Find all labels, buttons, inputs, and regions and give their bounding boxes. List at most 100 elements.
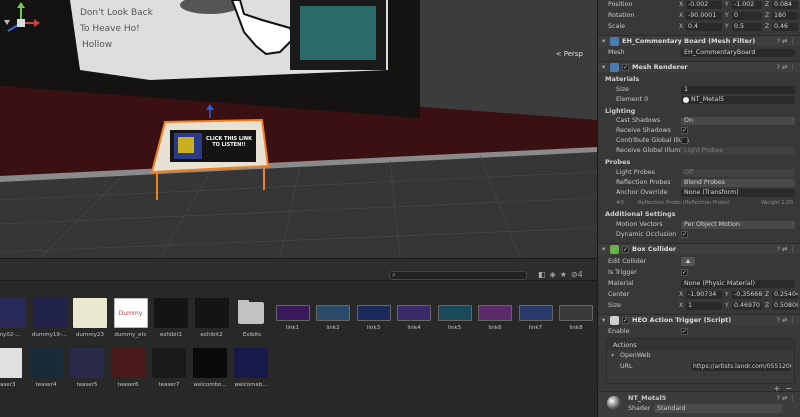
anchor-override-field[interactable]: None (Transform) xyxy=(681,189,795,197)
materials-section[interactable]: Materials xyxy=(605,75,639,83)
probes-section[interactable]: Probes xyxy=(605,158,630,166)
reflection-probes-dropdown[interactable]: Blend Probes xyxy=(681,179,795,187)
openweb-action[interactable]: ▾ OpenWeb URL https://artists.landr.com/… xyxy=(607,350,794,383)
asset-thumbnail xyxy=(275,305,310,321)
box-collider-header[interactable]: ▾ ✓ Box Collider ? ⇄ ⋮ xyxy=(598,243,800,254)
center-y-field[interactable]: -0.35668 xyxy=(732,291,762,299)
position-y-field[interactable]: -1.002 xyxy=(732,1,762,9)
is-trigger-checkbox[interactable]: ✓ xyxy=(681,269,688,276)
collider-material-field[interactable]: None (Physic Material) xyxy=(681,280,795,288)
asset-link7[interactable]: link7 xyxy=(517,298,555,331)
rotation-z-field[interactable]: 180 xyxy=(772,12,798,20)
favorite-icon[interactable]: ★ xyxy=(560,270,567,279)
size-y-field[interactable]: 0.46970 xyxy=(732,302,762,310)
asset-exhibit2[interactable]: exhibit2 xyxy=(193,298,231,338)
asset-link1[interactable]: link1 xyxy=(274,298,312,331)
shader-dropdown[interactable]: Standard xyxy=(654,404,782,413)
scale-z-field[interactable]: 0.46 xyxy=(772,23,798,31)
asset-teaser7[interactable]: teaser7 xyxy=(150,348,188,388)
asset-welcombo-[interactable]: welcombo... xyxy=(191,348,229,388)
size-z-field[interactable]: 0.50808 xyxy=(772,302,798,310)
enable-checkbox[interactable]: ✓ xyxy=(681,328,688,335)
asset-welcomeb-[interactable]: welcomeb... xyxy=(232,348,270,388)
scale-x-field[interactable]: 0.4 xyxy=(686,23,722,31)
dynamic-occlusion-checkbox[interactable]: ✓ xyxy=(681,231,688,238)
center-z-field[interactable]: 0.25404 xyxy=(772,291,798,299)
mesh-filter-header[interactable]: ▾ EH_Commentary Board (Mesh Filter) ? ⇄ … xyxy=(598,35,800,46)
project-search-input[interactable]: ⌕ xyxy=(389,271,527,280)
asset-link2[interactable]: link2 xyxy=(314,298,352,331)
persp-label[interactable]: < Persp xyxy=(556,50,583,58)
asset-thumbnail xyxy=(437,305,472,321)
edit-collider-button[interactable]: ⛰ xyxy=(681,257,695,266)
asset-link8[interactable]: link8 xyxy=(557,298,595,331)
receive-shadows-checkbox[interactable]: ✓ xyxy=(681,127,688,134)
board-line-1: Don't Look Back xyxy=(80,8,153,18)
heo-enabled-checkbox[interactable]: ✓ xyxy=(622,317,629,324)
asset-link6[interactable]: link6 xyxy=(476,298,514,331)
rotation-y-field[interactable]: 0 xyxy=(732,12,762,20)
hidden-count-icon[interactable]: ⊘4 xyxy=(571,270,583,279)
mesh-field[interactable]: EH_CommentaryBoard xyxy=(681,49,795,57)
collider-material-row: Material None (Physic Material) xyxy=(598,279,800,289)
position-z-field[interactable]: 0.084 xyxy=(772,1,798,9)
asset-exhibit1[interactable]: exhibit1 xyxy=(152,298,190,338)
motion-vectors-dropdown[interactable]: Per Object Motion xyxy=(681,221,795,229)
additional-settings-section[interactable]: Additional Settings xyxy=(605,210,676,218)
contribute-gi-checkbox[interactable] xyxy=(681,137,688,144)
asset-link3[interactable]: link3 xyxy=(355,298,393,331)
asset-dummy19-[interactable]: dummy19-... xyxy=(31,298,69,338)
lighting-section[interactable]: Lighting xyxy=(605,107,635,115)
asset-teaser3[interactable]: teaser3 xyxy=(0,348,24,388)
script-icon xyxy=(610,316,619,325)
asset-teaser5[interactable]: teaser5 xyxy=(68,348,106,388)
asset-my02-[interactable]: my02-... xyxy=(0,298,28,338)
mesh-renderer-header[interactable]: ▾ Mesh Renderer ✓ ? ⇄ ⋮ xyxy=(598,61,800,72)
heo-action-trigger-header[interactable]: ▾ ✓ HEO Action Trigger (Script) ? ⇄ ⋮ xyxy=(598,314,800,325)
center-x-field[interactable]: -1.90734 xyxy=(686,291,722,299)
asset-folder-exibits[interactable] xyxy=(232,298,270,328)
materials-size-field[interactable]: 1 xyxy=(681,86,795,94)
asset-link4[interactable]: link4 xyxy=(395,298,433,331)
collapse-arrow-icon[interactable]: ▾ xyxy=(602,62,605,73)
component-menu-icon[interactable]: ? ⇄ ⋮ xyxy=(776,36,796,47)
url-field[interactable]: https://artists.landr.com/0551200 xyxy=(691,362,791,371)
dynamic-occlusion-row: Dynamic Occlusion ✓ xyxy=(598,230,800,240)
mesh-row: Mesh EH_CommentaryBoard xyxy=(598,48,800,58)
asset-thumbnail xyxy=(29,348,63,378)
asset-dummy-etc[interactable]: Dummy dummy_etc xyxy=(112,298,150,338)
asset-thumbnail xyxy=(111,348,145,378)
asset-thumbnail xyxy=(559,305,593,321)
asset-link5[interactable]: link5 xyxy=(436,298,474,331)
collapse-arrow-icon[interactable]: ▾ xyxy=(602,36,605,47)
collapse-arrow-icon[interactable]: ▾ xyxy=(602,244,605,255)
receive-gi-row: Receive Global Illumi Light Probes xyxy=(598,146,800,156)
filter-label-icon[interactable]: ◈ xyxy=(550,270,556,279)
asset-thumbnail xyxy=(356,305,391,321)
scene-view[interactable]: Don't Look Back To Heave Ho! Hollow CLIC… xyxy=(0,0,597,258)
filter-type-icon[interactable]: ◧ xyxy=(538,270,546,279)
size-x-field[interactable]: 1 xyxy=(686,302,722,310)
asset-label: teaser6 xyxy=(117,382,139,388)
asset-thumbnail xyxy=(32,298,67,328)
component-menu-icon[interactable]: ? ⇄ ⋮ xyxy=(776,62,796,73)
asset-teaser6[interactable]: teaser6 xyxy=(109,348,147,388)
rotation-x-field[interactable]: -90.0001 xyxy=(686,12,722,20)
position-x-field[interactable]: -0.002 xyxy=(686,1,722,9)
board-line-2: To Heave Ho! xyxy=(80,24,140,34)
mesh-renderer-enabled-checkbox[interactable]: ✓ xyxy=(622,64,629,71)
material-menu-icon[interactable]: ? ⇄ ⋮ xyxy=(776,394,796,402)
component-menu-icon[interactable]: ? ⇄ ⋮ xyxy=(776,244,796,255)
collapse-arrow-icon[interactable]: ▾ xyxy=(602,315,605,326)
orientation-gizmo[interactable] xyxy=(0,0,42,46)
expand-arrow-icon[interactable]: ▾ xyxy=(611,352,614,359)
asset-dummy23[interactable]: dummy23 xyxy=(71,298,109,338)
cast-shadows-dropdown[interactable]: On xyxy=(681,117,795,125)
box-collider-enabled-checkbox[interactable]: ✓ xyxy=(622,246,629,253)
asset-thumbnail xyxy=(234,348,268,378)
component-menu-icon[interactable]: ? ⇄ ⋮ xyxy=(776,315,796,326)
element0-field[interactable]: NT_Metal5 xyxy=(681,96,795,104)
asset-label: dummy19-... xyxy=(31,332,68,338)
scale-y-field[interactable]: 0.5 xyxy=(732,23,762,31)
asset-teaser4[interactable]: teaser4 xyxy=(27,348,65,388)
